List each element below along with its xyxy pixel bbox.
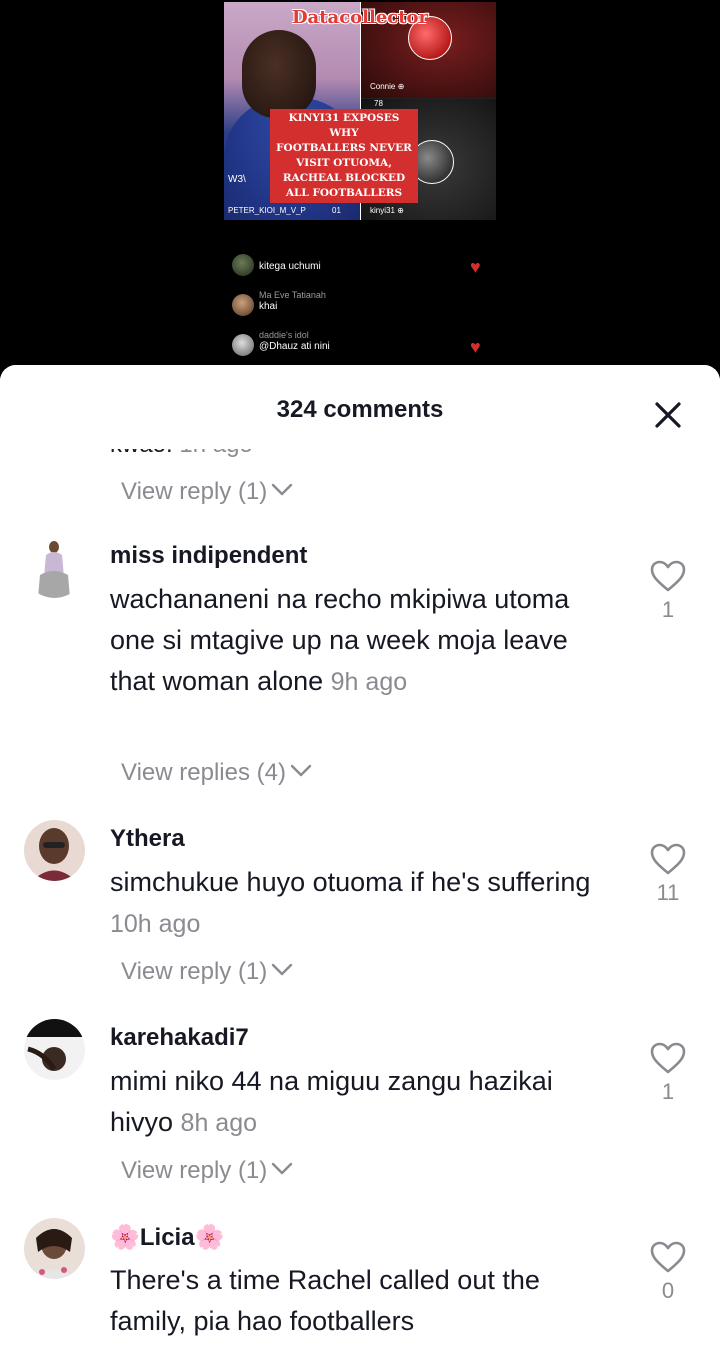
live-comment: Ma Eve Tatianah khai <box>232 288 492 328</box>
like-count: 1 <box>661 597 675 622</box>
comment-time: 10h ago <box>110 910 201 938</box>
video-background[interactable]: Datacollector Connie ⊕ 78 PETER_KIOI_M_V… <box>0 0 720 380</box>
comment-text: simchukue huyo otuoma if he's suffering … <box>110 862 610 945</box>
caption-line: KINYI31 EXPOSES WHY <box>288 112 400 139</box>
chevron-down-icon <box>271 963 293 977</box>
video-label-count: 78 <box>374 99 383 108</box>
comment-body: simchukue huyo otuoma if he's suffering <box>110 867 591 897</box>
live-comments-overlay: kitega uchumi ♥ Ma Eve Tatianah khai dad… <box>232 248 492 368</box>
heart-icon: ♥ <box>470 337 481 357</box>
video-title: Datacollector <box>291 7 429 28</box>
video-thumbnail[interactable]: Datacollector Connie ⊕ 78 PETER_KIOI_M_V… <box>224 2 496 220</box>
view-replies-button[interactable]: View reply (1) <box>121 478 293 506</box>
live-comment: daddie's idol @Dhauz ati nini ♥ <box>232 328 492 368</box>
comment-text: wachananeni na recho mkipiwa utoma one s… <box>110 579 610 703</box>
live-comment-avatar <box>232 254 254 276</box>
video-label-connie: Connie ⊕ <box>370 82 405 91</box>
live-comment-text: khai <box>259 301 278 312</box>
video-label-peter: PETER_KIOI_M_V_P <box>228 206 306 215</box>
caption-line: VISIT OTUOMA, <box>296 157 392 169</box>
chevron-down-icon <box>271 1162 293 1176</box>
like-count: 1 <box>661 1079 675 1104</box>
like-button[interactable]: 1 <box>648 1041 688 1105</box>
like-button[interactable]: 1 <box>648 559 688 623</box>
chevron-down-icon <box>271 483 293 497</box>
comment-username[interactable]: miss indipendent <box>110 542 307 570</box>
comment-body: mimi niko 44 na miguu zangu hazikai hivy… <box>110 1066 553 1137</box>
live-comment-text: @Dhauz ati nini <box>259 341 330 352</box>
view-replies-button[interactable]: View reply (1) <box>121 1157 293 1185</box>
view-replies-label: View replies (4) <box>121 759 286 786</box>
comment-username[interactable]: Ythera <box>110 825 185 853</box>
comments-count-title: 324 comments <box>276 396 444 423</box>
live-comment-avatar <box>232 294 254 316</box>
live-comment-name: Ma Eve Tatianah <box>259 290 326 300</box>
heart-outline-icon <box>650 843 686 875</box>
close-button[interactable] <box>648 395 688 435</box>
avatar[interactable] <box>24 1019 85 1080</box>
sheet-bottom-edge <box>0 1342 720 1348</box>
chevron-down-icon <box>290 764 312 778</box>
caption-line: FOOTBALLERS NEVER <box>276 142 412 154</box>
live-comment-text: kitega uchumi <box>259 261 321 272</box>
video-person-head <box>242 30 316 118</box>
like-button[interactable]: 0 <box>648 1240 688 1304</box>
heart-outline-icon <box>650 1241 686 1273</box>
video-label-kinyi: kinyi31 ⊕ <box>370 206 404 215</box>
heart-outline-icon <box>650 560 686 592</box>
video-label-01: 01 <box>332 206 341 215</box>
like-count: 11 <box>656 880 680 905</box>
caption-line: RACHEAL BLOCKED <box>282 172 406 184</box>
live-comment-avatar <box>232 334 254 356</box>
video-label-w3: W3\ <box>228 174 246 185</box>
caption-line: ALL FOOTBALLERS <box>285 187 403 199</box>
comment-username[interactable]: 🌸Licia🌸 <box>110 1223 224 1252</box>
close-icon <box>655 402 681 428</box>
video-caption: KINYI31 EXPOSES WHY FOOTBALLERS NEVER VI… <box>270 109 418 203</box>
comment-text: mimi niko 44 na miguu zangu hazikai hivy… <box>110 1061 610 1144</box>
like-button[interactable]: 11 <box>648 842 688 906</box>
view-replies-button[interactable]: View reply (1) <box>121 958 293 986</box>
avatar[interactable] <box>24 1218 85 1279</box>
comment-body: There's a time Rachel called out the fam… <box>110 1265 540 1336</box>
avatar[interactable] <box>24 820 85 881</box>
live-comment: kitega uchumi ♥ <box>232 248 492 288</box>
comment-time: 8h ago <box>180 1109 258 1137</box>
view-replies-button[interactable]: View replies (4) <box>121 759 312 787</box>
comment-text: There's a time Rachel called out the fam… <box>110 1260 610 1342</box>
comment-username[interactable]: karehakadi7 <box>110 1024 249 1052</box>
comment-time: 9h ago <box>330 668 408 696</box>
like-count: 0 <box>661 1278 675 1303</box>
view-replies-label: View reply (1) <box>121 1157 268 1184</box>
heart-icon: ♥ <box>470 257 481 277</box>
sheet-header: 324 comments <box>0 365 720 449</box>
live-comment-name: daddie's idol <box>259 330 309 340</box>
heart-outline-icon <box>650 1042 686 1074</box>
view-replies-label: View reply (1) <box>121 478 268 505</box>
view-replies-label: View reply (1) <box>121 958 268 985</box>
comments-sheet: kwao. 1h ago 324 comments View reply (1)… <box>0 365 720 1348</box>
avatar[interactable] <box>24 537 85 598</box>
